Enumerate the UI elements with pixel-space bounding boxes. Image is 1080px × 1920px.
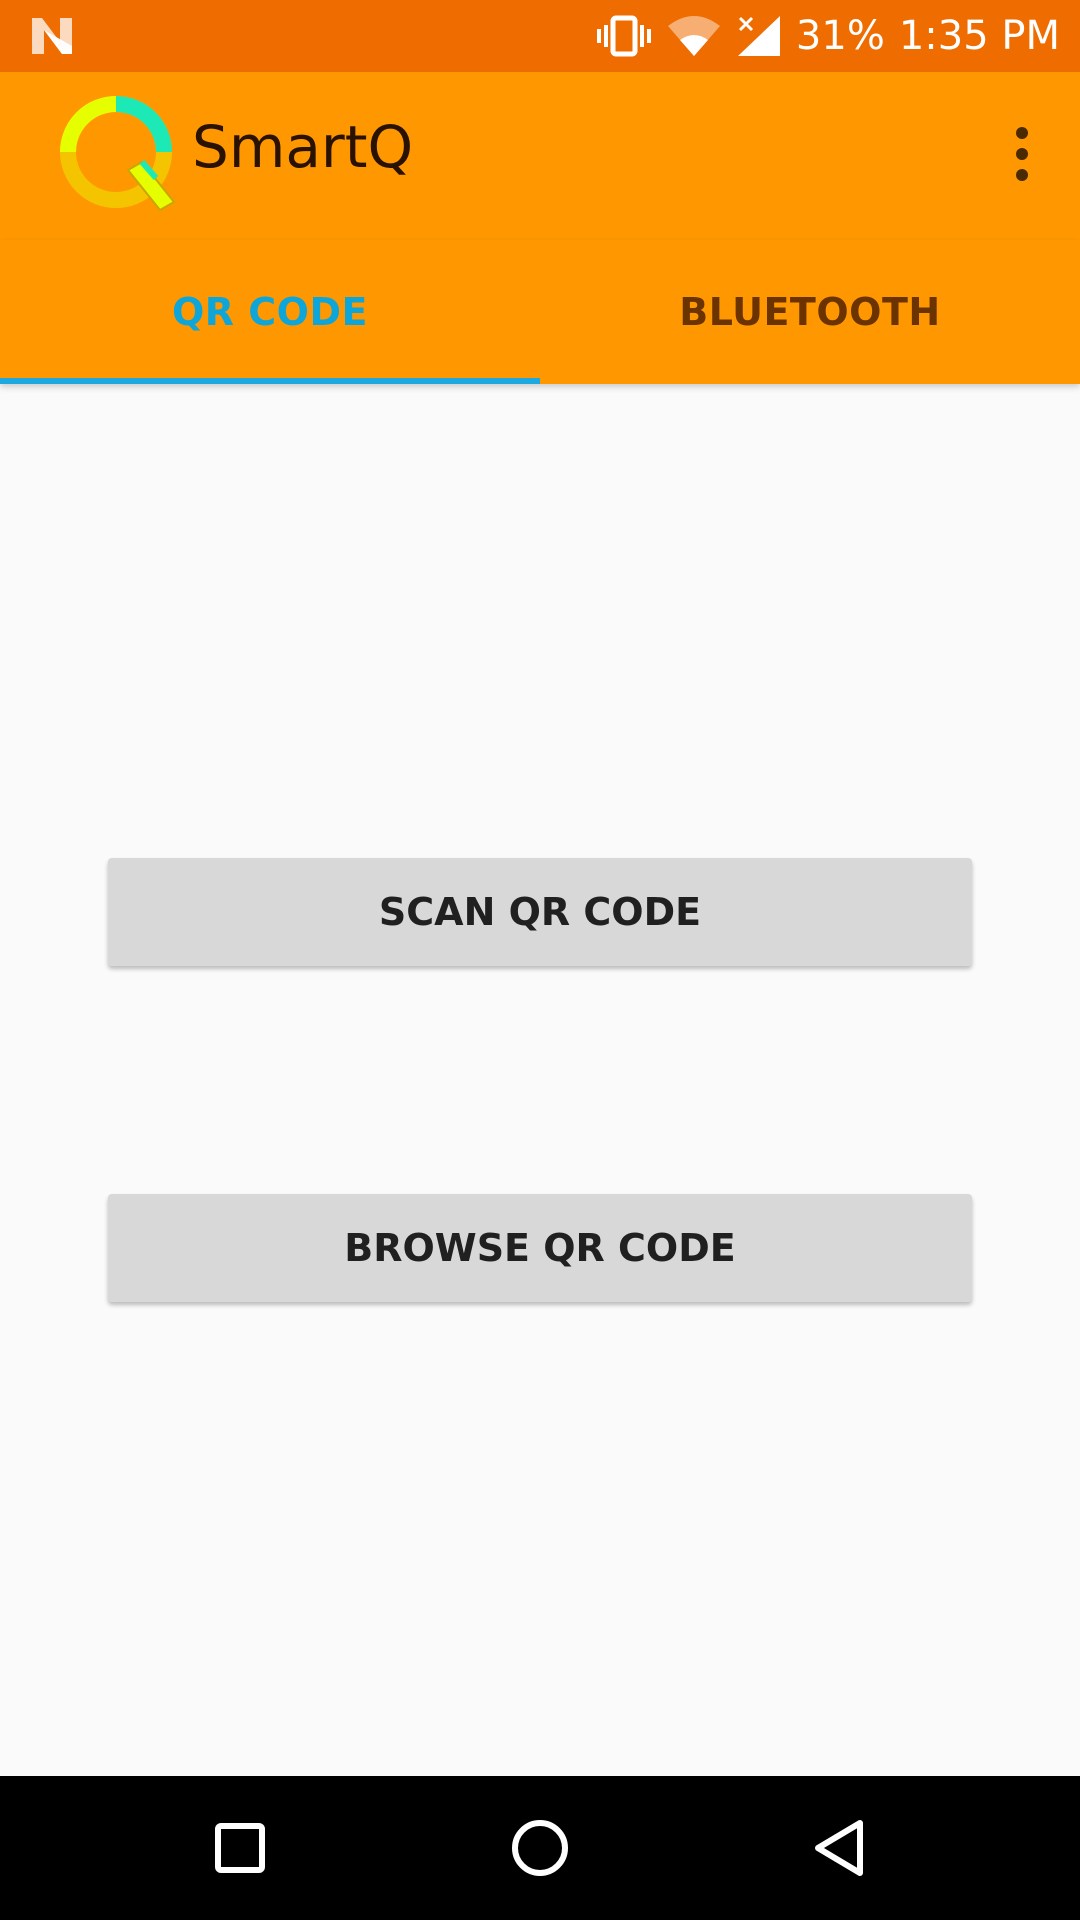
home-icon[interactable] — [504, 1812, 576, 1884]
tab-bar: QR CODE BLUETOOTH — [0, 240, 1080, 384]
notification-n-icon — [32, 18, 72, 54]
app-toolbar: SmartQ — [0, 72, 1080, 240]
menu-dot — [1016, 169, 1028, 181]
status-icons: 31% 1:35 PM — [596, 0, 1060, 72]
tab-qr-code[interactable]: QR CODE — [0, 240, 540, 384]
screen: 31% 1:35 PM SmartQ QR CODE BLUETOOTH SCA… — [0, 0, 1080, 1920]
tab-indicator — [0, 378, 540, 384]
back-icon[interactable] — [804, 1812, 876, 1884]
navigation-bar — [0, 1776, 1080, 1920]
browse-qr-code-button[interactable]: BROWSE QR CODE — [108, 1194, 972, 1302]
battery-percent: 31% — [795, 13, 885, 59]
status-bar: 31% 1:35 PM — [0, 0, 1080, 72]
vibrate-icon — [596, 15, 651, 57]
wifi-icon — [667, 16, 720, 56]
smartq-logo — [60, 96, 176, 212]
scan-qr-code-button[interactable]: SCAN QR CODE — [108, 858, 972, 966]
clock: 1:35 PM — [898, 13, 1060, 59]
menu-dot — [1016, 148, 1028, 160]
tab-bluetooth[interactable]: BLUETOOTH — [540, 240, 1080, 384]
signal-icon — [737, 16, 780, 56]
more-vert-icon[interactable] — [994, 122, 1050, 186]
app-title: SmartQ — [192, 113, 414, 181]
recents-icon[interactable] — [204, 1812, 276, 1884]
menu-dot — [1016, 127, 1028, 139]
